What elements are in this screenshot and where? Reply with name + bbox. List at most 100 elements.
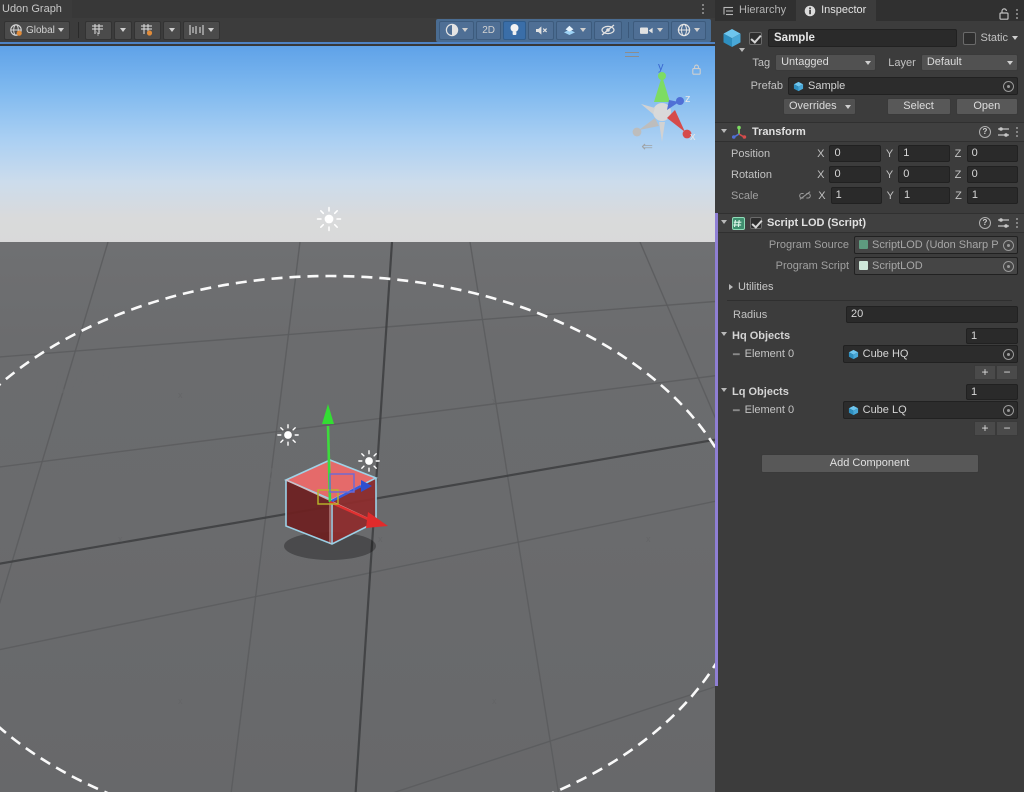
- toggle-scene-visibility-button[interactable]: [594, 20, 622, 40]
- scale-z-input[interactable]: 1: [966, 187, 1018, 204]
- object-picker-icon[interactable]: [1003, 405, 1014, 416]
- transform-position-row: Position X 0 Y 1 Z 0: [721, 144, 1018, 163]
- layer-value: Default: [926, 56, 962, 68]
- preset-icon[interactable]: [997, 126, 1010, 138]
- hq-remove-button[interactable]: −: [996, 365, 1018, 380]
- hq-add-button[interactable]: +: [974, 365, 996, 380]
- hq-objects-header[interactable]: Hq Objects 1: [715, 326, 1024, 345]
- light-gizmo-directional[interactable]: [316, 206, 342, 232]
- tab-inspector[interactable]: Inspector: [796, 0, 877, 21]
- position-z-input[interactable]: 0: [966, 145, 1018, 162]
- prefab-open-button[interactable]: Open: [955, 98, 1018, 115]
- camera-icon: [640, 27, 653, 34]
- inspector-panel: Hierarchy Inspector Sample Static Tag Un…: [715, 0, 1024, 792]
- gizmos-toggle-button[interactable]: [671, 20, 706, 40]
- static-dropdown-icon[interactable]: [1012, 36, 1018, 40]
- link-off-icon[interactable]: [799, 190, 812, 201]
- overrides-dropdown[interactable]: Overrides: [783, 98, 856, 115]
- prefab-select-button[interactable]: Select: [886, 98, 951, 115]
- hierarchy-icon: [723, 6, 733, 15]
- hq-element-object-field[interactable]: Cube HQ: [842, 345, 1018, 363]
- info-icon: [804, 5, 816, 16]
- tab-hierarchy[interactable]: Hierarchy: [715, 0, 796, 21]
- toggle-effects-button[interactable]: [556, 20, 592, 40]
- chevron-down-icon: [57, 28, 64, 32]
- preset-icon[interactable]: [997, 217, 1010, 229]
- lq-element-object-field[interactable]: Cube LQ: [842, 401, 1018, 419]
- rotation-y-input[interactable]: 0: [898, 166, 950, 183]
- scene-viewport[interactable]: xx xxx xx Udon Udon y x z ⇐: [0, 46, 715, 792]
- help-icon[interactable]: ?: [979, 126, 991, 138]
- toggle-2d-button[interactable]: 2D: [476, 20, 501, 40]
- move-tool-button[interactable]: Y: [84, 20, 112, 40]
- script-lod-tools: ?: [979, 216, 1018, 230]
- object-picker-icon[interactable]: [1003, 239, 1014, 251]
- hq-element-label: Element 0: [744, 348, 795, 360]
- object-picker-icon[interactable]: [1003, 349, 1014, 360]
- radius-input[interactable]: 20: [846, 306, 1018, 323]
- transform-foldout-icon[interactable]: [721, 128, 727, 136]
- snap-tool-button[interactable]: [133, 20, 161, 40]
- lq-remove-button[interactable]: −: [996, 421, 1018, 436]
- lq-objects-foldout-icon[interactable]: [721, 388, 727, 395]
- reorder-handle-icon[interactable]: ━: [733, 404, 740, 417]
- scene-tabbar-kebab-icon[interactable]: [697, 2, 709, 16]
- reorder-handle-icon[interactable]: ━: [733, 348, 740, 361]
- rotation-x-input[interactable]: 0: [829, 166, 881, 183]
- static-checkbox[interactable]: [963, 31, 977, 45]
- scale-x-input[interactable]: 1: [830, 187, 882, 204]
- help-icon[interactable]: ?: [979, 217, 991, 229]
- layer-dropdown[interactable]: Default: [920, 54, 1018, 71]
- toggle-audio-button[interactable]: [528, 20, 554, 40]
- move-tool-dropdown[interactable]: [113, 20, 132, 40]
- shading-sphere-icon: [446, 23, 459, 37]
- toggle-2d-label: 2D: [482, 24, 495, 36]
- lq-add-button[interactable]: +: [974, 421, 996, 436]
- script-lod-header[interactable]: Script LOD (Script) ?: [715, 213, 1024, 233]
- gameobject-name-input[interactable]: Sample: [768, 29, 958, 47]
- script-lod-foldout-icon[interactable]: [721, 219, 727, 227]
- shading-mode-button[interactable]: [439, 20, 475, 40]
- scale-label: Scale: [731, 189, 759, 202]
- inspector-kebab-icon[interactable]: [1016, 7, 1018, 21]
- hq-objects-size-input[interactable]: 1: [966, 327, 1018, 344]
- object-picker-icon[interactable]: [1003, 260, 1014, 272]
- snap-tool-dropdown[interactable]: [162, 20, 181, 40]
- gameobject-enabled-checkbox[interactable]: [749, 31, 762, 45]
- tab-udon-graph[interactable]: Udon Graph: [0, 0, 72, 18]
- scale-y-input[interactable]: 1: [899, 187, 951, 204]
- chevron-down-icon: [580, 28, 586, 32]
- gizmo-lock-icon[interactable]: [692, 64, 701, 75]
- program-source-field[interactable]: ScriptLOD (Udon Sharp P: [854, 235, 1018, 254]
- script-accent-bar: [715, 213, 718, 686]
- lq-objects-size-input[interactable]: 1: [966, 383, 1018, 400]
- unlocked-icon[interactable]: [999, 8, 1010, 20]
- script-lod-kebab-icon[interactable]: [1016, 216, 1018, 230]
- add-component-button[interactable]: Add Component: [760, 454, 979, 473]
- object-picker-icon[interactable]: [1003, 81, 1014, 92]
- position-y-input[interactable]: 1: [898, 145, 950, 162]
- script-lod-enabled-checkbox[interactable]: [750, 217, 762, 229]
- utilities-foldout-icon[interactable]: [729, 283, 733, 290]
- hq-element-value: Cube HQ: [862, 348, 909, 360]
- pivot-rotation-button[interactable]: Global: [4, 20, 70, 40]
- lq-objects-header[interactable]: Lq Objects 1: [715, 382, 1024, 401]
- gameobject-prefab-icon: [721, 27, 745, 52]
- hq-objects-foldout-icon[interactable]: [721, 332, 727, 339]
- rotation-z-input[interactable]: 0: [966, 166, 1018, 183]
- prefab-label: Prefab: [750, 80, 783, 92]
- transform-component-header[interactable]: Transform ?: [715, 122, 1024, 142]
- selected-cube-object[interactable]: [258, 368, 438, 568]
- grid-size-button[interactable]: [182, 20, 220, 40]
- toggle-lighting-button[interactable]: [503, 20, 526, 40]
- tag-dropdown[interactable]: Untagged: [775, 54, 877, 71]
- program-script-field[interactable]: ScriptLOD: [854, 256, 1018, 275]
- utilities-foldout[interactable]: Utilities: [721, 277, 1018, 296]
- eye-off-icon: [601, 24, 615, 36]
- transform-kebab-icon[interactable]: [1016, 125, 1018, 139]
- chevron-down-icon[interactable]: [739, 48, 745, 52]
- scene-camera-button[interactable]: [633, 20, 669, 40]
- position-x-input[interactable]: 0: [829, 145, 881, 162]
- prefab-object-field[interactable]: Sample: [788, 77, 1018, 95]
- lq-objects-label: Lq Objects: [732, 385, 789, 398]
